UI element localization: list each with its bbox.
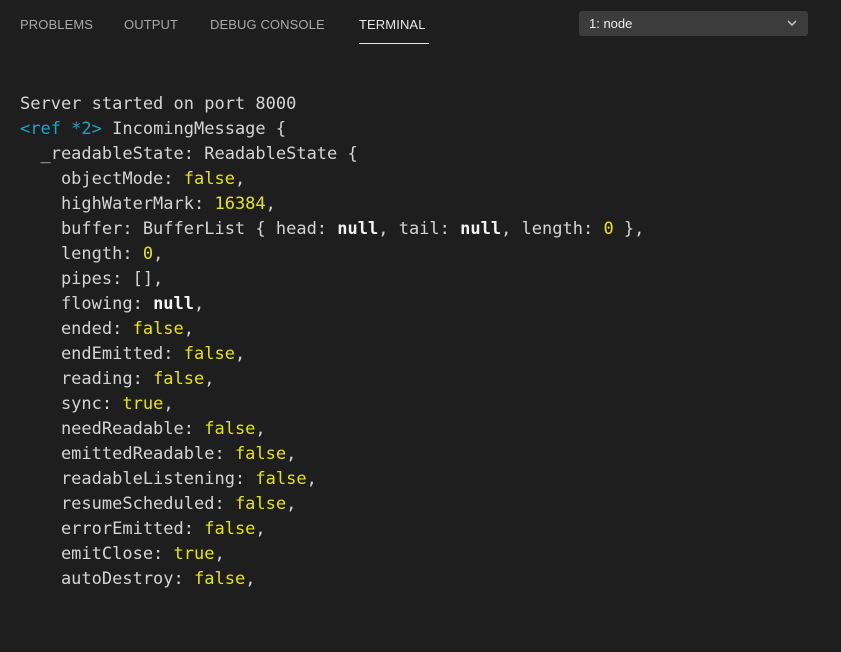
terminal-text-segment: , tail: <box>378 219 461 239</box>
terminal-line: Server started on port 8000 <box>20 92 835 117</box>
terminal-line: endEmitted: false, <box>20 342 835 367</box>
terminal-text-segment: false <box>183 169 235 189</box>
terminal-text-segment: , <box>286 494 297 514</box>
terminal-line: readableListening: false, <box>20 467 835 492</box>
terminal-text-segment: false <box>132 319 184 339</box>
terminal-line: length: 0, <box>20 242 835 267</box>
tab-debug-console[interactable]: DEBUG CONSOLE <box>210 17 325 33</box>
terminal-text-segment: , <box>234 169 246 189</box>
terminal-text-segment: true <box>173 544 215 564</box>
terminal-text-segment: 16384 <box>214 194 266 214</box>
terminal-line: buffer: BufferList { head: null, tail: n… <box>20 217 835 242</box>
terminal-line: objectMode: false, <box>20 167 835 192</box>
terminal-instance-select[interactable]: 1: node <box>579 11 808 36</box>
terminal-text-segment: 0 <box>603 219 614 239</box>
terminal-text-segment: needReadable: <box>20 419 205 439</box>
terminal-line: sync: true, <box>20 392 835 417</box>
terminal-text-segment: , <box>194 294 205 314</box>
terminal-text-segment: autoDestroy: <box>20 569 194 589</box>
terminal-text-segment: false <box>234 494 287 514</box>
terminal-line: errorEmitted: false, <box>20 517 835 542</box>
terminal-text-segment: false <box>234 444 287 464</box>
terminal-text-segment: , <box>163 394 174 414</box>
terminal-text-segment: , <box>286 444 297 464</box>
terminal-text-segment: , <box>153 244 164 264</box>
terminal-text-segment: highWaterMark: <box>20 194 215 214</box>
terminal-text-segment: readableListening: <box>20 469 256 489</box>
terminal-panel: PROBLEMS OUTPUT DEBUG CONSOLE TERMINAL 1… <box>0 0 841 652</box>
tab-terminal[interactable]: TERMINAL <box>359 17 426 33</box>
terminal-text-segment: emitClose: <box>20 544 174 564</box>
terminal-text-segment: , <box>255 519 266 539</box>
terminal-text-segment: false <box>153 369 205 389</box>
terminal-text-segment: }, <box>613 219 645 239</box>
terminal-text-segment: resumeScheduled: <box>20 494 235 514</box>
terminal-text-segment: pipes: [], <box>20 269 164 289</box>
chevron-down-icon <box>787 20 797 26</box>
terminal-line: flowing: null, <box>20 292 835 317</box>
terminal-text-segment: IncomingMessage { <box>101 119 287 139</box>
terminal-line: emitClose: true, <box>20 542 835 567</box>
panel-tab-bar: PROBLEMS OUTPUT DEBUG CONSOLE TERMINAL 1… <box>0 0 841 48</box>
terminal-line: resumeScheduled: false, <box>20 492 835 517</box>
terminal-text-segment: false <box>194 569 246 589</box>
terminal-text-segment: buffer: BufferList { head: <box>20 219 338 239</box>
terminal-line: _readableState: ReadableState { <box>20 142 835 167</box>
terminal-line: highWaterMark: 16384, <box>20 192 835 217</box>
terminal-text-segment: , length: <box>501 219 604 239</box>
terminal-output[interactable]: Server started on port 8000 <ref *2> Inco… <box>20 92 835 592</box>
terminal-text-segment: false <box>255 469 307 489</box>
terminal-text-segment: , <box>265 194 276 214</box>
terminal-text-segment: , <box>245 569 256 589</box>
terminal-text-segment: , <box>214 544 225 564</box>
terminal-text-segment: endEmitted: <box>20 344 184 364</box>
terminal-text-segment: Server started on port 8000 <box>20 94 297 114</box>
terminal-text-segment: length: <box>20 244 143 264</box>
terminal-text-segment: , <box>204 369 215 389</box>
terminal-text-segment: emittedReadable: <box>20 444 235 464</box>
terminal-line: pipes: [], <box>20 267 835 292</box>
terminal-text-segment: false <box>204 419 256 439</box>
terminal-text-segment: , <box>183 319 195 339</box>
active-tab-indicator <box>359 43 429 44</box>
terminal-line: emittedReadable: false, <box>20 442 835 467</box>
terminal-instance-value: 1: node <box>589 16 633 31</box>
terminal-line: <ref *2> IncomingMessage { <box>20 117 835 142</box>
terminal-text-segment: objectMode: <box>20 169 184 189</box>
terminal-text-segment: null <box>460 219 502 239</box>
terminal-text-segment: <ref *2> <box>20 119 102 139</box>
terminal-text-segment: , <box>234 344 246 364</box>
terminal-text-segment: flowing: <box>20 294 154 314</box>
terminal-text-segment: true <box>122 394 164 414</box>
tab-problems[interactable]: PROBLEMS <box>20 17 93 33</box>
terminal-text-segment: sync: <box>20 394 123 414</box>
terminal-text-segment: 0 <box>142 244 154 264</box>
terminal-text-segment: ended: <box>20 319 133 339</box>
terminal-text-segment: false <box>183 344 235 364</box>
terminal-text-segment: , <box>306 469 317 489</box>
terminal-text-segment: false <box>204 519 256 539</box>
terminal-text-segment: null <box>153 294 195 314</box>
terminal-line: autoDestroy: false, <box>20 567 835 592</box>
terminal-text-segment: null <box>337 219 379 239</box>
terminal-line: needReadable: false, <box>20 417 835 442</box>
tab-output[interactable]: OUTPUT <box>124 17 178 33</box>
terminal-text-segment: reading: <box>20 369 154 389</box>
terminal-line: ended: false, <box>20 317 835 342</box>
terminal-text-segment: _readableState: ReadableState { <box>20 144 358 164</box>
terminal-text-segment: errorEmitted: <box>20 519 205 539</box>
terminal-line: reading: false, <box>20 367 835 392</box>
terminal-text-segment: , <box>255 419 266 439</box>
